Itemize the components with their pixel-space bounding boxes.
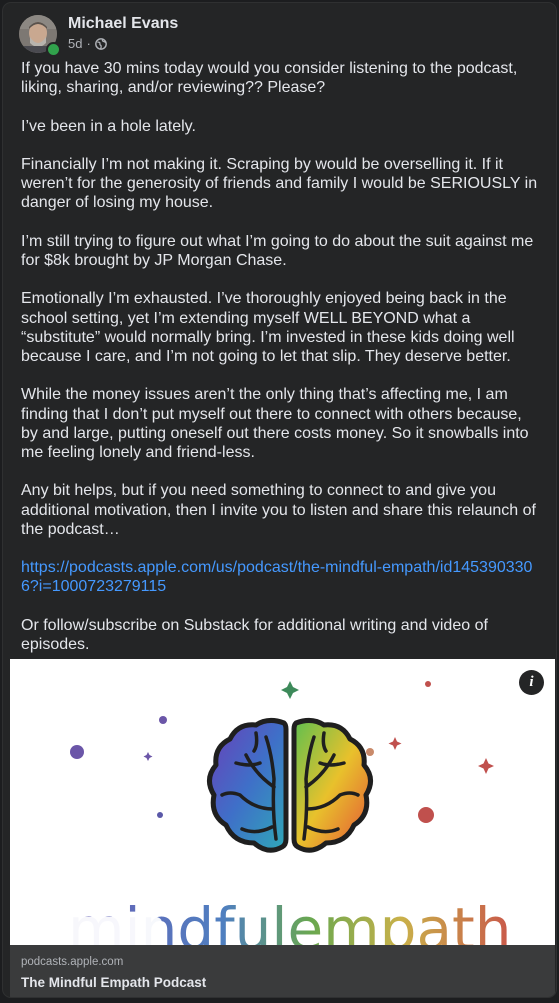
link-preview-image[interactable]: mindfulempath i: [10, 659, 555, 945]
post-paragraph: While the money issues aren’t the only t…: [21, 386, 529, 461]
podcast-link[interactable]: https://podcasts.apple.com/us/podcast/th…: [21, 559, 532, 595]
post-body: If you have 30 mins today would you cons…: [21, 59, 541, 673]
post-timestamp[interactable]: 5d: [68, 36, 82, 51]
link-domain: podcasts.apple.com: [21, 956, 124, 968]
podcast-artwork: mindfulempath: [40, 681, 512, 945]
online-status-dot: [46, 42, 61, 57]
post-paragraph: Any bit helps, but if you need something…: [21, 482, 536, 538]
post-link-paragraph: https://podcasts.apple.com/us/podcast/th…: [21, 558, 541, 596]
feed-post: Michael Evans 5d · If you have 30 mins t…: [3, 3, 556, 997]
post-paragraph: Financially I’m not making it. Scraping …: [21, 155, 538, 212]
post-meta: 5d ·: [68, 36, 107, 51]
link-title[interactable]: The Mindful Empath Podcast: [21, 975, 206, 990]
post-paragraph: Or follow/subscribe on Substack for addi…: [21, 616, 488, 653]
info-icon[interactable]: i: [519, 670, 544, 695]
post-paragraph: If you have 30 mins today would you cons…: [21, 60, 518, 97]
author-name[interactable]: Michael Evans: [68, 15, 178, 33]
link-preview-caption[interactable]: podcasts.apple.com The Mindful Empath Po…: [10, 945, 555, 997]
post-paragraph: I’ve been in a hole lately.: [21, 117, 196, 135]
globe-icon[interactable]: [94, 37, 107, 50]
post-paragraph: I’m still trying to figure out what I’m …: [21, 232, 534, 269]
meta-separator: ·: [86, 36, 91, 51]
post-paragraph: Emotionally I’m exhausted. I’ve thorough…: [21, 290, 515, 365]
